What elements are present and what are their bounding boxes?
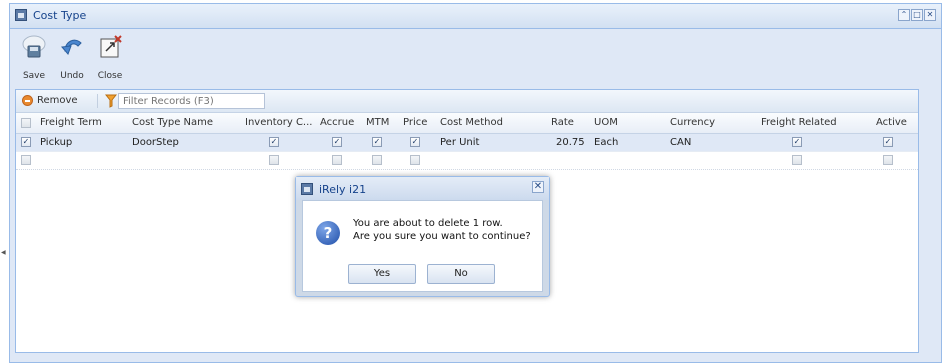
cell-rate[interactable]: 20.75 bbox=[556, 137, 585, 148]
close-label: Close bbox=[97, 71, 123, 81]
save-button[interactable]: Save bbox=[16, 31, 52, 86]
table-row[interactable] bbox=[16, 152, 918, 170]
cell-uom[interactable]: Each bbox=[594, 137, 618, 148]
column-header-mtm[interactable]: MTM bbox=[366, 117, 389, 128]
undo-label: Undo bbox=[60, 71, 84, 81]
column-header-cost-method[interactable]: Cost Method bbox=[440, 117, 503, 128]
collapse-arrow-icon[interactable]: ◀ bbox=[1, 249, 6, 256]
cell-cost-method[interactable]: Per Unit bbox=[440, 137, 479, 148]
window-title: Cost Type bbox=[33, 9, 87, 22]
select-all-checkbox[interactable] bbox=[21, 118, 31, 128]
undo-icon bbox=[61, 39, 82, 55]
dialog-message-line1: You are about to delete 1 row. bbox=[353, 218, 503, 229]
column-header-uom[interactable]: UOM bbox=[594, 117, 618, 128]
close-doc-icon bbox=[100, 35, 122, 58]
close-button[interactable]: Close bbox=[92, 31, 128, 86]
grid-toolbar: Remove bbox=[16, 90, 918, 113]
inventory-cost-checkbox[interactable]: ✓ bbox=[269, 137, 279, 147]
cell-currency[interactable]: CAN bbox=[670, 137, 691, 148]
toolbar-separator bbox=[97, 94, 98, 108]
filter-icon[interactable] bbox=[105, 94, 117, 108]
save-label: Save bbox=[22, 71, 46, 81]
active-checkbox[interactable] bbox=[883, 155, 893, 165]
accrue-checkbox[interactable]: ✓ bbox=[332, 137, 342, 147]
column-header-rate[interactable]: Rate bbox=[551, 117, 574, 128]
dialog-body: ? You are about to delete 1 row. Are you… bbox=[302, 200, 543, 292]
save-icon bbox=[22, 35, 46, 58]
dialog-close-icon[interactable]: ✕ bbox=[532, 181, 544, 193]
freight-related-checkbox[interactable] bbox=[792, 155, 802, 165]
column-header-active[interactable]: Active bbox=[876, 117, 907, 128]
mtm-checkbox[interactable]: ✓ bbox=[372, 137, 382, 147]
main-toolbar: Save Undo Close bbox=[16, 29, 935, 86]
maximize-icon[interactable]: □ bbox=[911, 9, 923, 21]
table-row[interactable]: ✓ Pickup DoorStep ✓ ✓ ✓ ✓ Per Unit 20.75… bbox=[16, 134, 918, 152]
dialog-app-icon bbox=[301, 183, 313, 195]
column-header-cost-type-name[interactable]: Cost Type Name bbox=[132, 117, 213, 128]
dialog-titlebar[interactable]: iRely i21 ✕ bbox=[296, 177, 549, 200]
column-header-freight-related[interactable]: Freight Related bbox=[761, 117, 837, 128]
accrue-checkbox[interactable] bbox=[332, 155, 342, 165]
restore-icon[interactable]: ⌃ bbox=[898, 9, 910, 21]
column-header-price[interactable]: Price bbox=[403, 117, 427, 128]
filter-input[interactable] bbox=[118, 93, 265, 109]
question-icon: ? bbox=[316, 221, 340, 245]
undo-button[interactable]: Undo bbox=[54, 31, 90, 86]
window-icon bbox=[15, 9, 27, 21]
price-checkbox[interactable] bbox=[410, 155, 420, 165]
remove-button[interactable]: Remove bbox=[37, 95, 78, 106]
freight-related-checkbox[interactable]: ✓ bbox=[792, 137, 802, 147]
column-header-currency[interactable]: Currency bbox=[670, 117, 715, 128]
cell-freight-term[interactable]: Pickup bbox=[40, 137, 72, 148]
window-controls: ⌃ □ ✕ bbox=[897, 9, 936, 21]
close-icon[interactable]: ✕ bbox=[924, 9, 936, 21]
dialog-message-line2: Are you sure you want to continue? bbox=[353, 231, 531, 242]
mtm-checkbox[interactable] bbox=[372, 155, 382, 165]
grid-header: Freight Term Cost Type Name Inventory C.… bbox=[16, 113, 918, 134]
active-checkbox[interactable]: ✓ bbox=[883, 137, 893, 147]
column-header-accrue[interactable]: Accrue bbox=[320, 117, 354, 128]
row-select-checkbox[interactable] bbox=[21, 155, 31, 165]
inventory-cost-checkbox[interactable] bbox=[269, 155, 279, 165]
remove-icon[interactable] bbox=[22, 95, 33, 106]
yes-button[interactable]: Yes bbox=[348, 264, 416, 284]
column-header-freight-term[interactable]: Freight Term bbox=[40, 117, 102, 128]
row-select-checkbox[interactable]: ✓ bbox=[21, 137, 31, 147]
confirm-delete-dialog: iRely i21 ✕ ? You are about to delete 1 … bbox=[295, 176, 550, 297]
cell-cost-type-name[interactable]: DoorStep bbox=[132, 137, 179, 148]
window-titlebar[interactable]: Cost Type ⌃ □ ✕ bbox=[10, 4, 941, 29]
column-header-inventory-cost[interactable]: Inventory C... bbox=[245, 117, 312, 128]
dialog-title: iRely i21 bbox=[319, 183, 367, 196]
price-checkbox[interactable]: ✓ bbox=[410, 137, 420, 147]
no-button[interactable]: No bbox=[427, 264, 495, 284]
